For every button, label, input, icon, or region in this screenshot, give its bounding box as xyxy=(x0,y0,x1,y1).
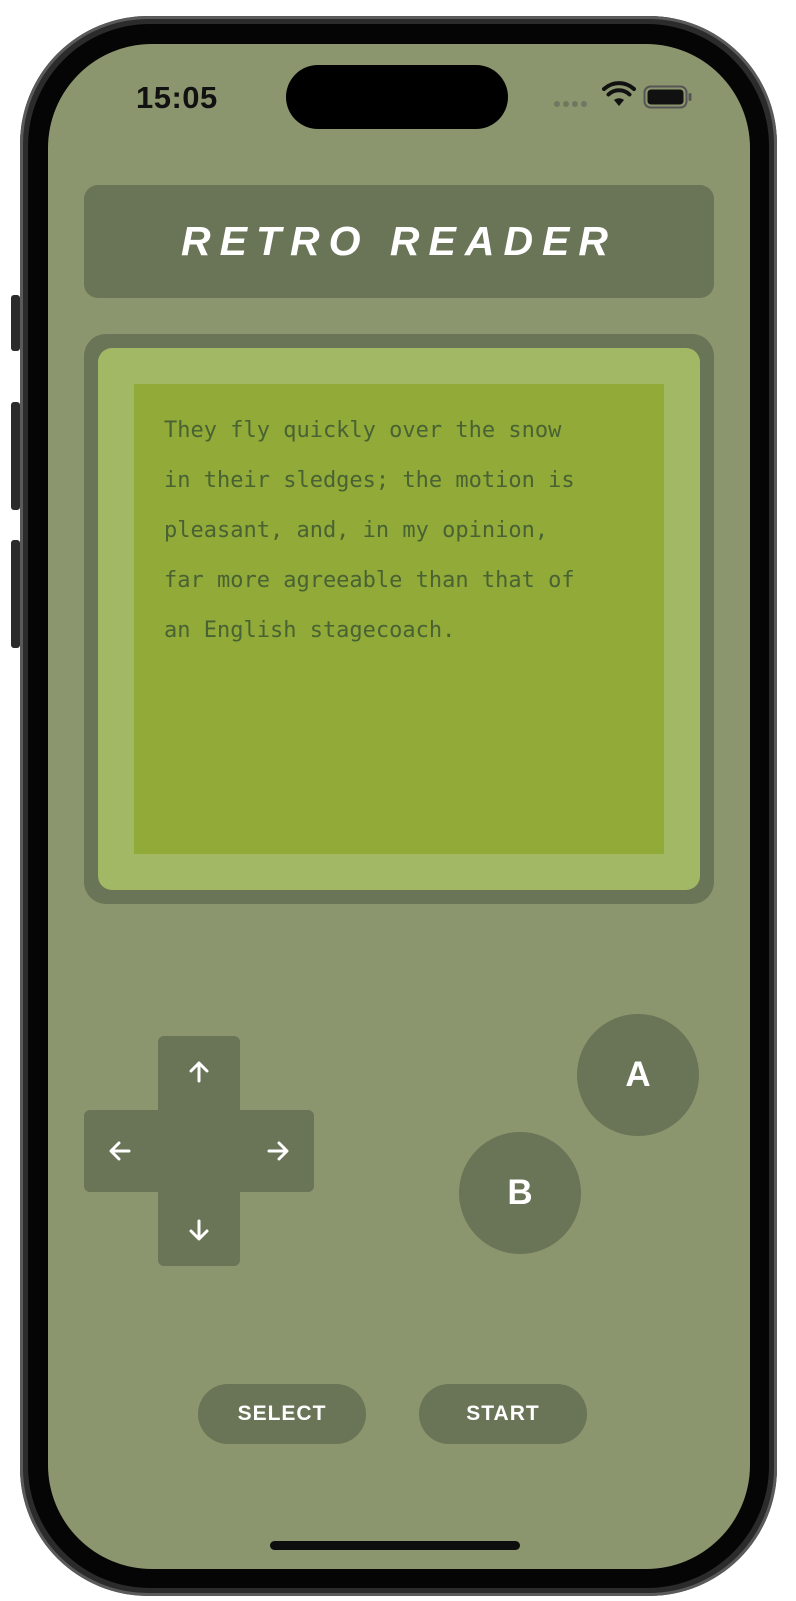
a-button[interactable]: A xyxy=(577,1014,699,1136)
dynamic-island xyxy=(286,65,508,129)
signal-dots-icon xyxy=(554,101,587,107)
arrow-up-icon xyxy=(189,1061,209,1083)
arrow-left-icon xyxy=(109,1141,131,1161)
status-time: 15:05 xyxy=(136,80,218,115)
b-button[interactable]: B xyxy=(459,1132,581,1254)
action-button xyxy=(11,295,20,351)
arrow-down-icon xyxy=(189,1219,209,1241)
app-title: RETRO READER xyxy=(180,218,618,264)
select-button[interactable]: SELECT xyxy=(198,1384,366,1444)
app-screen: 15:05 RETRO READER They fly quickly over… xyxy=(48,44,750,1569)
lcd-display[interactable]: They fly quickly over the snow in their … xyxy=(134,384,664,854)
dpad-right-button[interactable] xyxy=(248,1121,308,1181)
home-indicator[interactable] xyxy=(270,1541,520,1550)
start-button[interactable]: START xyxy=(419,1384,587,1444)
arrow-right-icon xyxy=(267,1141,289,1161)
screen-bezel: They fly quickly over the snow in their … xyxy=(98,348,700,890)
header-panel: RETRO READER xyxy=(84,185,714,298)
volume-up-button xyxy=(11,402,20,510)
battery-icon xyxy=(643,85,692,109)
reader-text: They fly quickly over the snow in their … xyxy=(164,418,575,643)
dpad-left-button[interactable] xyxy=(90,1121,150,1181)
dpad-up-button[interactable] xyxy=(169,1042,229,1102)
volume-down-button xyxy=(11,540,20,648)
screen-housing: They fly quickly over the snow in their … xyxy=(84,334,714,904)
dpad-down-button[interactable] xyxy=(169,1200,229,1260)
wifi-icon xyxy=(602,81,636,106)
dpad xyxy=(84,1036,314,1266)
